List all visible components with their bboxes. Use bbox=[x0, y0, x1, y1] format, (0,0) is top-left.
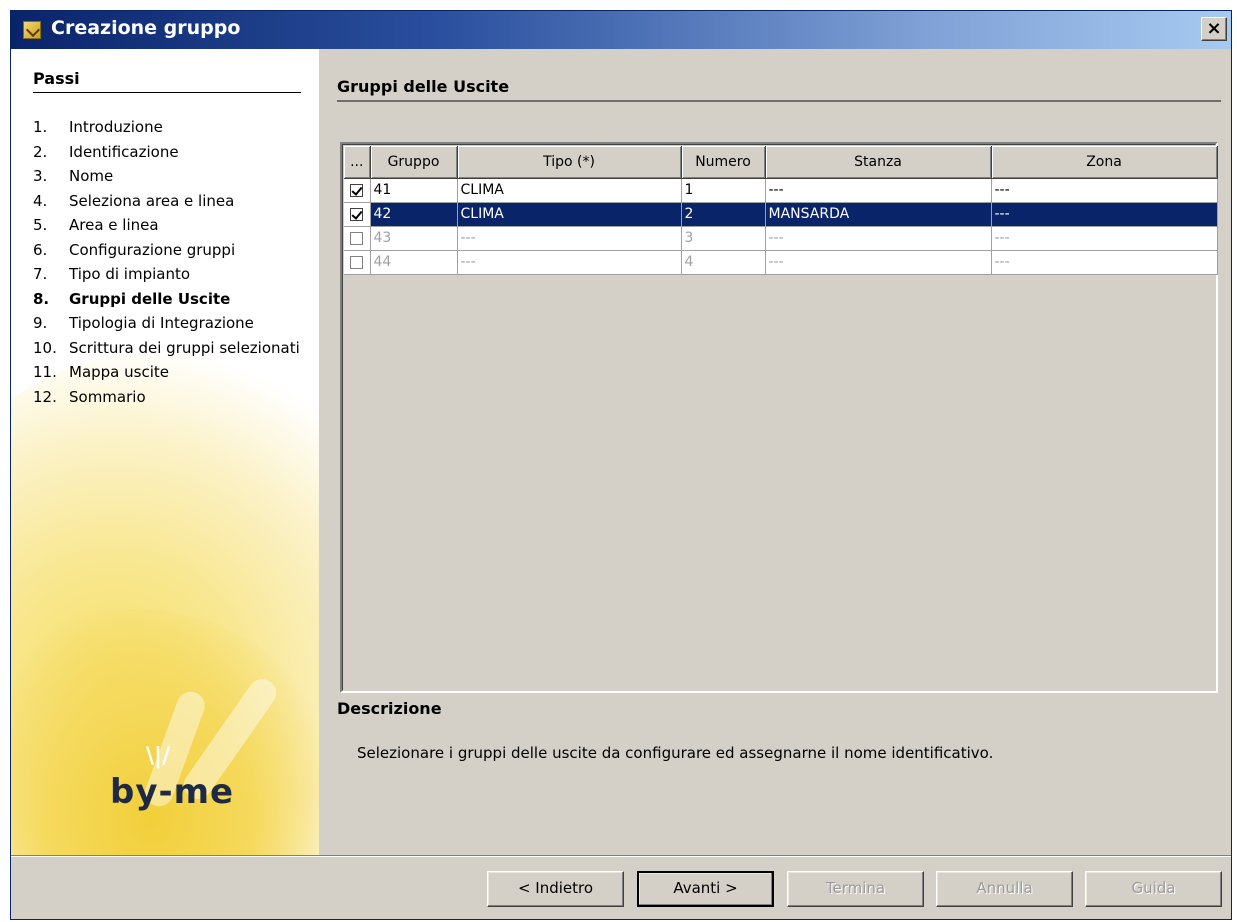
step-item: 10. Scrittura dei gruppi selezionati bbox=[33, 336, 313, 361]
step-number: 1. bbox=[33, 118, 48, 136]
steps-list: 1. Introduzione 2. Identificazione 3. Nome … bbox=[33, 115, 313, 409]
cell-gruppo[interactable]: 43 bbox=[370, 226, 458, 251]
step-label: Sommario bbox=[69, 387, 146, 406]
table-row[interactable]: 44 --- 4 --- --- bbox=[344, 250, 1218, 275]
finish-button[interactable]: Termina bbox=[787, 871, 924, 907]
step-item: 6. Configurazione gruppi bbox=[33, 238, 313, 263]
description-heading: Descrizione bbox=[337, 699, 442, 718]
cell-gruppo[interactable]: 44 bbox=[370, 250, 458, 275]
cell-tipo[interactable]: --- bbox=[457, 250, 682, 275]
column-header-numero[interactable]: Numero bbox=[681, 146, 766, 179]
column-header-select[interactable]: ... bbox=[344, 146, 371, 179]
row-checkbox-cell[interactable] bbox=[344, 226, 371, 251]
groups-table: ... Gruppo Tipo (*) Numero Stanza Zona 4… bbox=[344, 146, 1218, 275]
step-item: 1. Introduzione bbox=[33, 115, 313, 140]
cell-numero[interactable]: 2 bbox=[681, 202, 766, 227]
step-label: Seleziona area e linea bbox=[69, 191, 235, 210]
step-item: 3. Nome bbox=[33, 164, 313, 189]
step-label: Gruppi delle Uscite bbox=[69, 289, 231, 308]
next-button[interactable]: Avanti > bbox=[637, 871, 774, 907]
table-row[interactable]: 41 CLIMA 1 --- --- bbox=[344, 178, 1218, 203]
step-label: Identificazione bbox=[69, 142, 179, 161]
step-label: Tipologia di Integrazione bbox=[69, 314, 254, 332]
cell-gruppo[interactable]: 41 bbox=[370, 178, 458, 203]
row-checkbox-cell[interactable] bbox=[344, 178, 371, 203]
step-item: 4. Seleziona area e linea bbox=[33, 189, 313, 214]
step-number: 7. bbox=[33, 265, 48, 283]
step-item: 2. Identificazione bbox=[33, 140, 313, 165]
cell-zona[interactable]: --- bbox=[991, 202, 1218, 227]
step-label: Nome bbox=[69, 167, 114, 185]
steps-sidebar: Passi 1. Introduzione 2. Identificazione 3… bbox=[11, 49, 319, 855]
cancel-button[interactable]: Annulla bbox=[936, 871, 1073, 907]
groups-grid: ... Gruppo Tipo (*) Numero Stanza Zona 4… bbox=[340, 142, 1218, 693]
step-number: 8. bbox=[33, 289, 50, 308]
cell-tipo[interactable]: --- bbox=[457, 226, 682, 251]
checkbox-checked-icon[interactable] bbox=[350, 207, 364, 221]
title-bar: Creazione gruppo × bbox=[11, 11, 1231, 49]
step-label: Introduzione bbox=[69, 118, 163, 136]
table-row[interactable]: 43 --- 3 --- --- bbox=[344, 226, 1218, 251]
window-title: Creazione gruppo bbox=[51, 17, 241, 39]
step-item: 11. Mappa uscite bbox=[33, 360, 313, 385]
cell-numero[interactable]: 3 bbox=[681, 226, 766, 251]
row-checkbox-cell[interactable] bbox=[344, 202, 371, 227]
step-label: Area e linea bbox=[69, 216, 159, 234]
table-header-row: ... Gruppo Tipo (*) Numero Stanza Zona bbox=[344, 146, 1218, 179]
checkbox-unchecked-icon[interactable] bbox=[350, 231, 364, 245]
checkbox-unchecked-icon[interactable] bbox=[350, 255, 364, 269]
cell-stanza[interactable]: --- bbox=[765, 226, 992, 251]
cell-numero[interactable]: 4 bbox=[681, 250, 766, 275]
cell-stanza[interactable]: --- bbox=[765, 178, 992, 203]
step-label: Mappa uscite bbox=[69, 363, 169, 381]
step-label: Tipo di impianto bbox=[69, 265, 191, 283]
step-number: 9. bbox=[33, 314, 48, 332]
cell-numero[interactable]: 1 bbox=[681, 178, 766, 203]
step-item: 5. Area e linea bbox=[33, 213, 313, 238]
step-number: 10. bbox=[33, 338, 57, 357]
table-row-selected[interactable]: 42 CLIMA 2 MANSARDA --- bbox=[344, 202, 1218, 227]
help-button[interactable]: Guida bbox=[1085, 871, 1222, 907]
logo-rays-icon: \|/ bbox=[146, 744, 171, 769]
row-checkbox-cell[interactable] bbox=[344, 250, 371, 275]
steps-heading: Passi bbox=[33, 69, 301, 93]
step-label: Scrittura dei gruppi selezionati bbox=[69, 338, 300, 357]
column-header-zona[interactable]: Zona bbox=[991, 146, 1218, 179]
step-item-active: 8. Gruppi delle Uscite bbox=[33, 287, 313, 312]
step-item: 12. Sommario bbox=[33, 385, 313, 410]
step-number: 12. bbox=[33, 387, 57, 406]
step-number: 4. bbox=[33, 191, 48, 210]
step-item: 9. Tipologia di Integrazione bbox=[33, 311, 313, 336]
cell-zona[interactable]: --- bbox=[991, 178, 1218, 203]
wizard-window: Creazione gruppo × Passi 1. Introduzione … bbox=[10, 10, 1232, 920]
step-number: 11. bbox=[33, 363, 57, 381]
step-number: 5. bbox=[33, 216, 48, 234]
page-title: Gruppi delle Uscite bbox=[337, 77, 1221, 102]
column-header-gruppo[interactable]: Gruppo bbox=[370, 146, 458, 179]
checkbox-checked-icon[interactable] bbox=[350, 183, 364, 197]
back-button[interactable]: < Indietro bbox=[487, 871, 624, 907]
step-number: 2. bbox=[33, 142, 48, 161]
footer-divider bbox=[11, 855, 1231, 857]
logo-text: by-me bbox=[110, 772, 235, 812]
app-icon bbox=[23, 21, 41, 39]
cell-zona[interactable]: --- bbox=[991, 250, 1218, 275]
step-label: Configurazione gruppi bbox=[69, 240, 236, 259]
column-header-stanza[interactable]: Stanza bbox=[765, 146, 992, 179]
byme-logo: \|/ by-me bbox=[106, 744, 246, 824]
step-item: 7. Tipo di impianto bbox=[33, 262, 313, 287]
step-number: 6. bbox=[33, 240, 48, 259]
cell-stanza[interactable]: MANSARDA bbox=[765, 202, 992, 227]
cell-zona[interactable]: --- bbox=[991, 226, 1218, 251]
cell-tipo[interactable]: CLIMA bbox=[457, 202, 682, 227]
close-icon[interactable]: × bbox=[1201, 17, 1227, 41]
cell-tipo[interactable]: CLIMA bbox=[457, 178, 682, 203]
cell-stanza[interactable]: --- bbox=[765, 250, 992, 275]
description-text: Selezionare i gruppi delle uscite da con… bbox=[357, 744, 994, 762]
step-number: 3. bbox=[33, 167, 48, 185]
cell-gruppo[interactable]: 42 bbox=[370, 202, 458, 227]
column-header-tipo[interactable]: Tipo (*) bbox=[457, 146, 682, 179]
